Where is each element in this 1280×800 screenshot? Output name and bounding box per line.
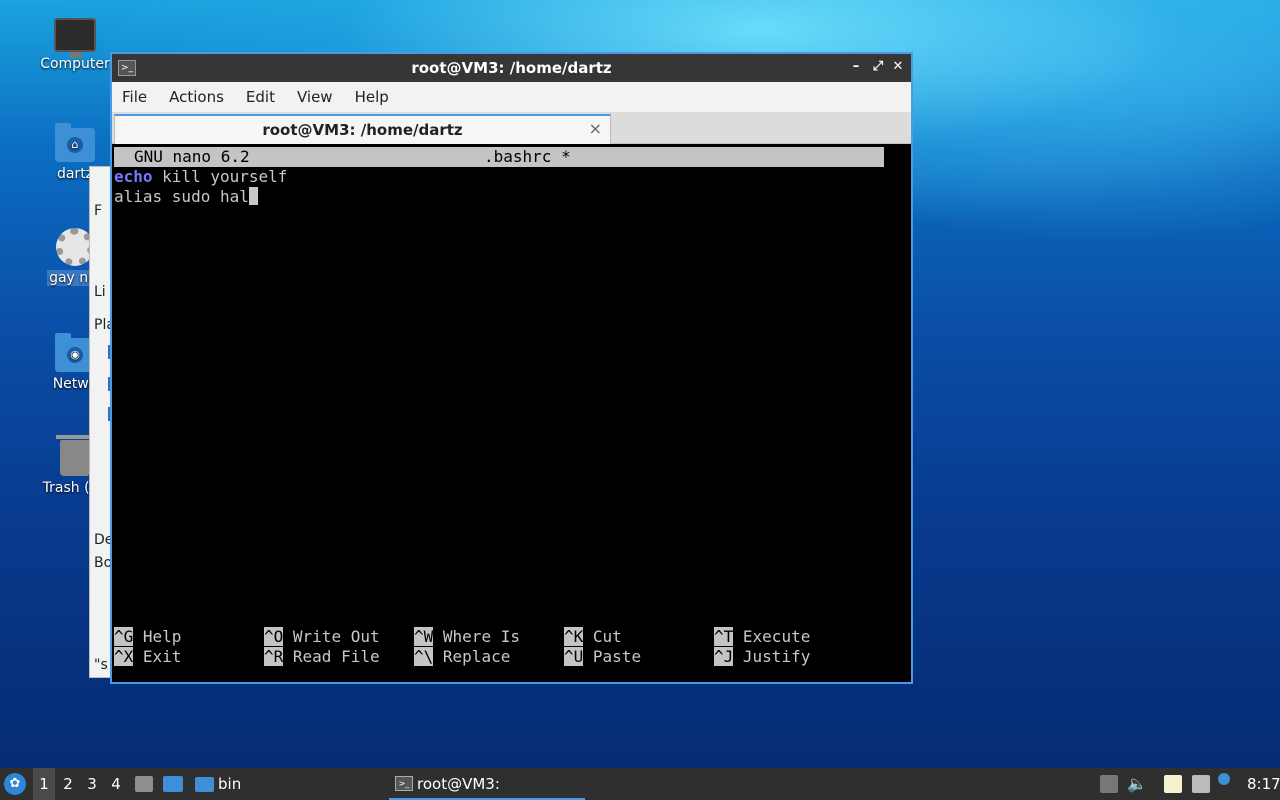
menu-edit[interactable]: Edit [246, 88, 275, 106]
shortcut-key: ^O [264, 627, 284, 646]
file-manager-launcher-icon[interactable] [135, 776, 153, 792]
clock[interactable]: 8:17 [1247, 768, 1280, 800]
shortcut-paste[interactable]: ^U Paste [564, 647, 641, 667]
shortcut-key: ^G [114, 627, 134, 646]
clipboard-icon[interactable] [1164, 775, 1182, 793]
editor-line: alias sudo hal [114, 187, 258, 207]
tab-close-icon[interactable]: × [589, 119, 602, 138]
shortcut-label: Write Out [292, 627, 380, 646]
shortcut-justify[interactable]: ^J Justify [714, 647, 810, 667]
shortcut-label: Replace [442, 647, 511, 666]
shortcut-key: ^K [564, 627, 584, 646]
close-button[interactable]: ✕ [889, 58, 907, 76]
terminal-icon: >_ [395, 776, 413, 791]
window-titlebar[interactable]: >_ root@VM3: /home/dartz – ⤢ ✕ [112, 54, 911, 82]
desktop-icon-computer[interactable]: Computer [27, 18, 123, 72]
shortcut-key: ^U [564, 647, 584, 666]
terminal-scrollbar[interactable] [885, 144, 911, 682]
updates-icon[interactable] [1100, 775, 1118, 793]
line-text: alias sudo hal [114, 187, 249, 206]
shortcut-execute[interactable]: ^T Execute [714, 627, 810, 647]
menu-file[interactable]: File [122, 88, 147, 106]
desktop-icon-label: Computer [40, 56, 110, 72]
bg-window-fragment: "s [94, 657, 108, 673]
shortcut-write-out[interactable]: ^O Write Out [264, 627, 380, 647]
shortcut-replace[interactable]: ^\ Replace [414, 647, 510, 667]
shortcut-label: Help [142, 627, 182, 646]
terminal-tab[interactable]: root@VM3: /home/dartz × [114, 114, 611, 144]
launcher-folder-bin[interactable]: bin [218, 768, 241, 800]
desktop-icon-label: dartz [56, 166, 94, 182]
menu-bar: File Actions Edit View Help [112, 82, 911, 112]
taskbar-task-terminal[interactable]: >_ root@VM3: /home/da... [389, 768, 585, 800]
nano-version: GNU nano 6.2 [134, 147, 250, 166]
window-title: root@VM3: /home/dartz [411, 59, 612, 77]
shortcut-label: Where Is [442, 627, 520, 646]
notification-icon[interactable] [1218, 773, 1230, 785]
shortcut-where-is[interactable]: ^W Where Is [414, 627, 520, 647]
volume-icon[interactable]: 🔈 [1127, 768, 1147, 800]
shortcut-label: Paste [592, 647, 642, 666]
shortcut-exit[interactable]: ^X Exit [114, 647, 181, 667]
home-folder-icon: ⌂ [55, 123, 95, 162]
nano-header-bar: GNU nano 6.2 .bashrc * [114, 147, 884, 167]
editor-line: echo kill yourself [114, 167, 287, 187]
trash-icon [56, 435, 94, 476]
shortcut-key: ^R [264, 647, 284, 666]
terminal-content[interactable]: GNU nano 6.2 .bashrc * echo kill yourself… [112, 144, 911, 682]
taskbar: ✿ 1 2 3 4 bin >_root@VM3: /home/da... 🔈 … [0, 768, 1280, 800]
shortcut-help[interactable]: ^G Help [114, 627, 181, 647]
minimize-button[interactable]: – [847, 58, 865, 76]
shortcut-read-file[interactable]: ^R Read File [264, 647, 380, 667]
workspace-2[interactable]: 2 [57, 768, 79, 800]
start-menu-icon[interactable]: ✿ [4, 773, 26, 795]
workspace-4[interactable]: 4 [105, 768, 127, 800]
shortcut-key: ^W [414, 627, 434, 646]
folder-icon [195, 777, 214, 792]
shortcut-label: Exit [142, 647, 182, 666]
shortcut-label: Execute [742, 627, 811, 646]
computer-icon [54, 18, 96, 58]
shortcut-key: ^\ [414, 647, 434, 666]
text-cursor [248, 187, 258, 205]
shortcut-key: ^J [714, 647, 734, 666]
workspace-1[interactable]: 1 [33, 768, 55, 800]
show-desktop-icon[interactable] [163, 776, 183, 792]
shortcut-key: ^T [714, 627, 734, 646]
nano-filename: .bashrc * [484, 147, 571, 166]
line-text: kill yourself [152, 167, 288, 186]
shortcut-cut[interactable]: ^K Cut [564, 627, 622, 647]
shortcut-label: Justify [742, 647, 811, 666]
bg-window-fragment: Li [94, 284, 106, 300]
shortcut-label: Cut [592, 627, 622, 646]
tab-bar: root@VM3: /home/dartz × [112, 112, 911, 144]
maximize-button[interactable]: ⤢ [869, 58, 887, 76]
menu-help[interactable]: Help [355, 88, 389, 106]
bg-window-fragment: F [94, 203, 103, 219]
tab-label: root@VM3: /home/dartz [262, 121, 463, 139]
network-icon[interactable] [1192, 775, 1210, 793]
shortcut-key: ^X [114, 647, 134, 666]
task-label: root@VM3: /home/da... [417, 775, 500, 793]
workspace-3[interactable]: 3 [81, 768, 103, 800]
shortcut-label: Read File [292, 647, 380, 666]
menu-actions[interactable]: Actions [169, 88, 224, 106]
syntax-keyword: echo [114, 167, 153, 186]
menu-view[interactable]: View [297, 88, 333, 106]
terminal-window[interactable]: >_ root@VM3: /home/dartz – ⤢ ✕ File Acti… [110, 52, 913, 684]
